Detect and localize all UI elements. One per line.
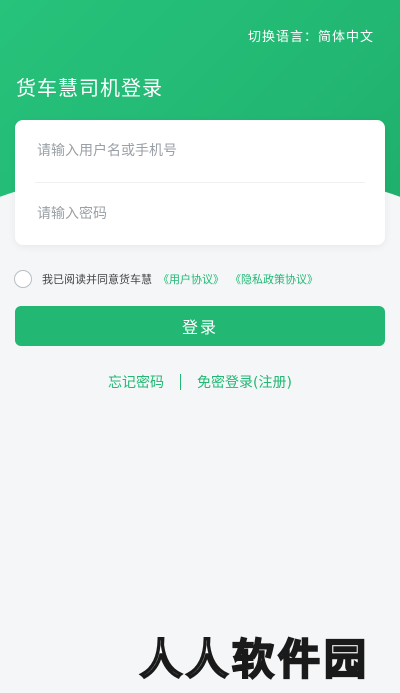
password-free-login-link[interactable]: 免密登录(注册) xyxy=(197,372,292,392)
page-title: 货车慧司机登录 xyxy=(16,76,163,100)
link-separator xyxy=(180,374,182,390)
username-input[interactable] xyxy=(37,143,357,159)
password-input[interactable] xyxy=(37,206,357,222)
secondary-links: 忘记密码 免密登录(注册) xyxy=(0,372,400,392)
agreement-checkbox[interactable] xyxy=(14,270,32,288)
agreement-text: 我已阅读并同意货车慧 xyxy=(42,273,152,286)
login-button[interactable]: 登录 xyxy=(15,306,385,346)
username-field[interactable] xyxy=(15,120,385,182)
user-agreement-link[interactable]: 《用户协议》 xyxy=(158,271,224,287)
password-field[interactable] xyxy=(15,183,385,245)
site-watermark: 人人软件园 xyxy=(139,634,370,685)
language-switch[interactable]: 切换语言：简体中文 xyxy=(248,26,374,45)
agreement-row: 我已阅读并同意货车慧 《用户协议》 《隐私政策协议》 xyxy=(14,270,318,288)
privacy-policy-link[interactable]: 《隐私政策协议》 xyxy=(230,271,318,287)
login-form-card xyxy=(15,120,385,245)
forgot-password-link[interactable]: 忘记密码 xyxy=(108,372,164,392)
